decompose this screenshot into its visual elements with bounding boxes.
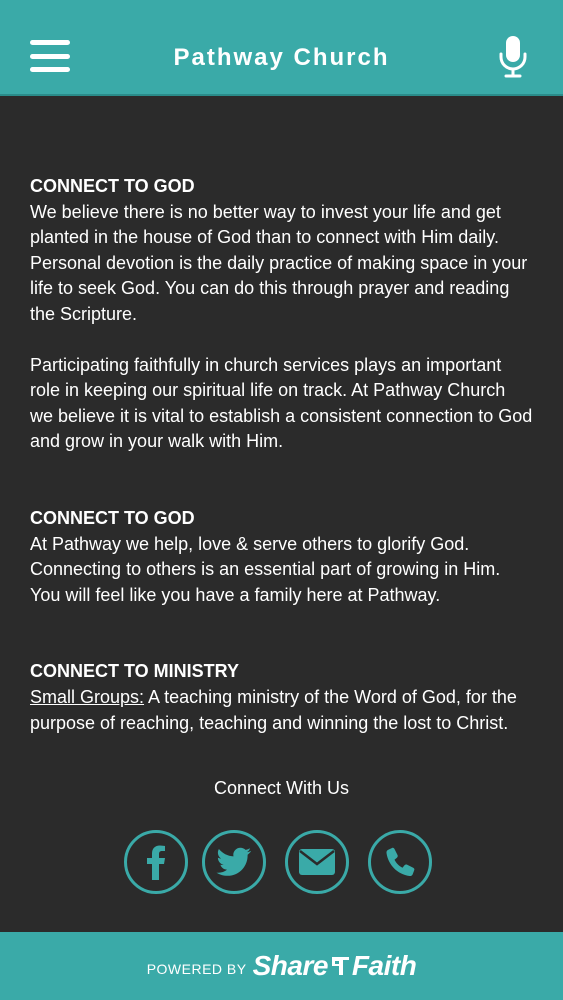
- section-connect-to-others: CONNECT TO GOD At Pathway we help, love …: [30, 506, 533, 608]
- section-heading: CONNECT TO GOD: [30, 176, 195, 196]
- voice-button[interactable]: [496, 34, 530, 78]
- section-connect-to-god: CONNECT TO GOD We believe there is no be…: [30, 174, 533, 455]
- app-title: Pathway Church: [173, 44, 390, 71]
- powered-by-label: POWERED BY: [146, 961, 247, 977]
- sharefaith-logo[interactable]: Share Faith: [253, 950, 417, 982]
- phone-button[interactable]: [368, 830, 432, 894]
- app-header: Pathway Church: [0, 0, 563, 96]
- content-scroll-area[interactable]: CONNECT TO GOD We believe there is no be…: [0, 96, 563, 768]
- brand-left: Share: [252, 950, 329, 981]
- section-paragraph: At Pathway we help, love & serve others …: [30, 533, 501, 605]
- app-footer: POWERED BY Share Faith: [0, 932, 563, 1000]
- connect-with-us-label: Connect With Us: [213, 778, 350, 798]
- email-button[interactable]: [285, 830, 349, 894]
- sharefaith-mark-icon: [331, 957, 349, 975]
- small-groups-link[interactable]: Small Groups:: [30, 687, 144, 707]
- phone-icon: [386, 847, 415, 877]
- social-buttons: [0, 830, 563, 900]
- section-paragraph: Participating faithfully in church servi…: [30, 354, 533, 452]
- twitter-icon: [216, 847, 252, 876]
- section-heading: CONNECT TO GOD: [30, 507, 195, 528]
- facebook-icon: [147, 845, 165, 880]
- twitter-button[interactable]: [202, 830, 266, 894]
- section-paragraph: Small Groups: A teaching ministry of the…: [30, 685, 533, 736]
- brand-right: Faith: [351, 950, 417, 981]
- section-paragraph: We believe there is no better way to inv…: [30, 201, 528, 324]
- email-icon: [299, 849, 335, 875]
- microphone-icon: [499, 36, 527, 78]
- facebook-button[interactable]: [124, 830, 188, 894]
- section-heading: CONNECT TO MINISTRY: [30, 661, 240, 682]
- section-connect-to-ministry: CONNECT TO MINISTRY Small Groups: A teac…: [30, 659, 533, 736]
